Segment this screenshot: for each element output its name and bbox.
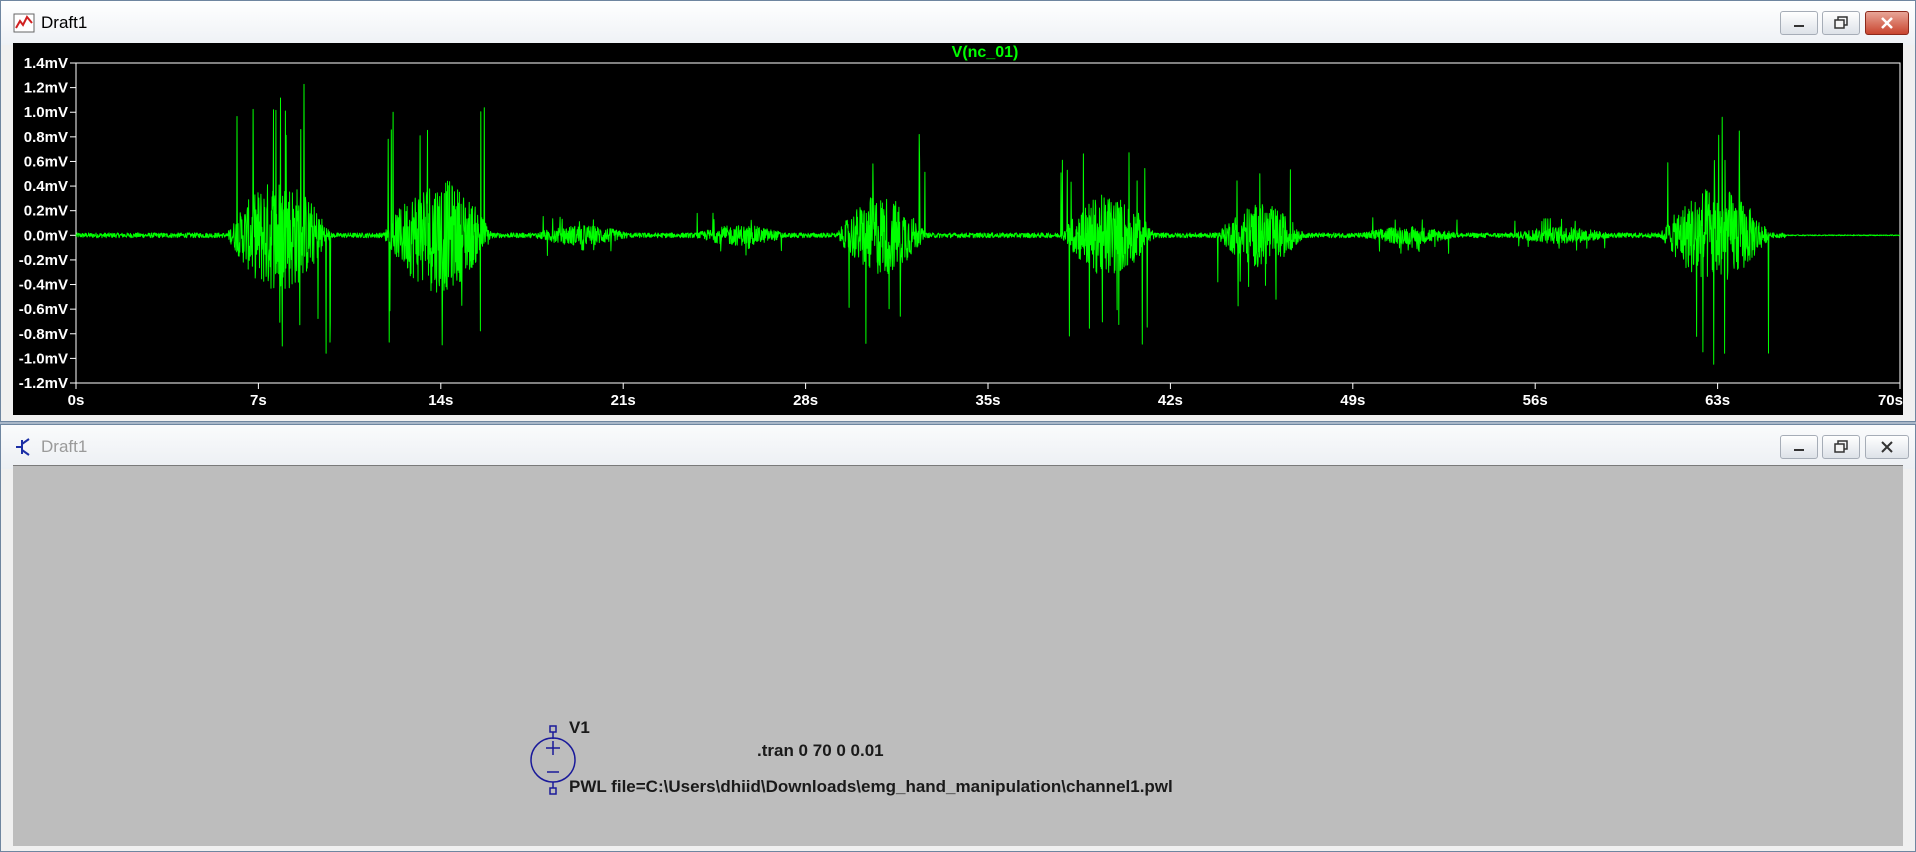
plot-window: Draft1 V(nc_01) 1.4mV 1.2mV 1.0mV 0.8mV 0.6m… — [0, 0, 1916, 422]
x-tick-label: 63s — [1705, 392, 1730, 409]
y-tick-label: -0.4mV — [19, 277, 68, 294]
series-trace-v-nc-01 — [75, 83, 1901, 365]
y-tick-label: 1.0mV — [24, 104, 68, 121]
minimize-button[interactable] — [1780, 11, 1818, 35]
y-tick-label: -0.8mV — [19, 326, 68, 343]
waveform-chart[interactable]: V(nc_01) 1.4mV 1.2mV 1.0mV 0.8mV 0.6mV 0.4mV 0… — [13, 43, 1903, 415]
component-value-label[interactable]: PWL file=C:\Users\dhiid\Downloads\emg_ha… — [569, 777, 1173, 797]
x-tick-label: 28s — [793, 392, 818, 409]
schematic-window-title: Draft1 — [41, 437, 88, 456]
y-tick-label: -0.6mV — [19, 301, 68, 318]
x-tick-label: 42s — [1158, 392, 1183, 409]
y-tick-label: -0.2mV — [19, 252, 68, 269]
x-tick-label: 0s — [68, 392, 85, 409]
x-axis: 0s 7s 14s 21s 28s 35s 42s 49s 56s 63s 70s — [68, 383, 1903, 409]
waveform-plot-icon[interactable] — [13, 13, 35, 33]
maximize-icon — [1834, 16, 1848, 29]
y-tick-label: 1.4mV — [24, 55, 68, 72]
maximize-button[interactable] — [1822, 435, 1860, 459]
y-tick-label: 0.8mV — [24, 129, 68, 146]
x-tick-label: 14s — [428, 392, 453, 409]
schematic-transistor-icon[interactable] — [13, 437, 35, 457]
component-name-label[interactable]: V1 — [569, 718, 590, 738]
maximize-button[interactable] — [1822, 11, 1860, 35]
minimize-button[interactable] — [1780, 435, 1818, 459]
x-tick-label: 21s — [611, 392, 636, 409]
waveform-plot[interactable]: V(nc_01) 1.4mV 1.2mV 1.0mV 0.8mV 0.6mV 0.4mV 0… — [13, 43, 1903, 415]
close-icon — [1881, 441, 1893, 453]
y-tick-label: 0.4mV — [24, 178, 68, 195]
spice-directive[interactable]: .tran 0 70 0 0.01 — [757, 741, 884, 761]
plot-window-titlebar[interactable]: Draft1 — [1, 1, 1915, 45]
x-tick-label: 49s — [1340, 392, 1365, 409]
close-icon — [1881, 17, 1893, 29]
x-tick-label: 7s — [250, 392, 267, 409]
close-button[interactable] — [1865, 435, 1909, 459]
schematic-window-titlebar[interactable]: Draft1 — [1, 425, 1915, 469]
x-tick-label: 35s — [975, 392, 1000, 409]
y-axis: 1.4mV 1.2mV 1.0mV 0.8mV 0.6mV 0.4mV 0.2mV 0.0mV… — [19, 55, 76, 392]
schematic-canvas[interactable]: V1 .tran 0 70 0 0.01 PWL file=C:\Users\d… — [13, 465, 1903, 846]
plot-frame — [75, 62, 1901, 384]
y-tick-label: 1.2mV — [24, 80, 68, 97]
close-button[interactable] — [1865, 11, 1909, 35]
y-tick-label: 0.2mV — [24, 203, 68, 220]
schematic-window: Draft1 V1 .tran 0 70 0 0.01 PWL file=C:\… — [0, 424, 1916, 852]
chart-title: V(nc_01) — [952, 44, 1019, 61]
y-tick-label: 0.0mV — [24, 227, 68, 244]
minimize-icon — [1794, 449, 1804, 451]
plot-window-title: Draft1 — [41, 13, 88, 32]
x-tick-label: 56s — [1523, 392, 1548, 409]
minimize-icon — [1794, 25, 1804, 27]
maximize-icon — [1834, 440, 1848, 453]
y-tick-label: -1.0mV — [19, 350, 68, 367]
x-tick-label: 70s — [1878, 392, 1903, 409]
y-tick-label: -1.2mV — [19, 375, 68, 392]
y-tick-label: 0.6mV — [24, 153, 68, 170]
